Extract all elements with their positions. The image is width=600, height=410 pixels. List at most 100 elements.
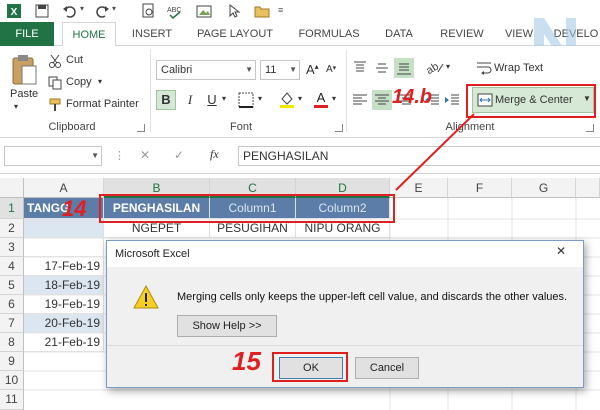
undo-icon[interactable] <box>62 3 78 19</box>
chevron-down-icon: ▼ <box>289 65 297 74</box>
tab-insert[interactable]: INSERT <box>124 22 180 46</box>
tab-home[interactable]: HOME <box>62 22 116 47</box>
clipboard-launcher-icon[interactable] <box>137 124 145 132</box>
row-header-1[interactable]: 1 <box>0 198 24 219</box>
orientation-icon[interactable]: ab <box>424 58 444 76</box>
show-help-button[interactable]: Show Help >> <box>177 315 277 337</box>
wrap-text-icon[interactable] <box>476 60 492 76</box>
pointer-icon[interactable] <box>226 3 242 19</box>
ribbon-tabs: FILE HOME INSERT PAGE LAYOUT FORMULAS DA… <box>0 22 600 47</box>
orientation-dropdown-icon[interactable]: ▾ <box>446 62 450 71</box>
cancel-entry-icon[interactable]: ✕ <box>140 148 150 162</box>
grow-font-button[interactable]: A▴ <box>306 62 319 77</box>
increase-indent-icon[interactable] <box>444 92 460 108</box>
cancel-button[interactable]: Cancel <box>355 357 419 379</box>
column-header-h[interactable] <box>576 178 600 198</box>
chevron-down-icon: ▼ <box>245 65 253 74</box>
save-icon[interactable] <box>34 3 50 19</box>
row-header-2[interactable]: 2 <box>0 219 24 238</box>
grow-font-label: A <box>306 62 315 77</box>
font-color-icon[interactable]: A <box>312 90 330 108</box>
align-bottom-icon[interactable] <box>394 58 414 78</box>
column-header-a[interactable]: A <box>24 178 104 198</box>
tab-data[interactable]: DATA <box>376 22 422 46</box>
row-header-10[interactable]: 10 <box>0 371 24 390</box>
font-color-dropdown-icon[interactable]: ▾ <box>332 94 336 103</box>
print-preview-icon[interactable] <box>140 3 156 19</box>
paste-dropdown-icon[interactable]: ▾ <box>14 102 18 111</box>
name-box[interactable]: ▼ <box>4 146 102 166</box>
insert-picture-icon[interactable] <box>196 3 212 19</box>
align-top-icon[interactable] <box>352 60 368 76</box>
shrink-font-button[interactable]: A▾ <box>326 64 336 75</box>
align-left-icon[interactable] <box>352 92 368 108</box>
select-all-corner[interactable] <box>0 178 24 198</box>
quick-access-toolbar: X ▾ ▾ ABC ≡ <box>0 0 600 22</box>
tab-formulas[interactable]: FORMULAS <box>290 22 368 46</box>
open-folder-icon[interactable] <box>254 3 270 19</box>
svg-text:ab: ab <box>424 61 441 76</box>
paste-icon[interactable] <box>10 54 38 88</box>
ok-highlight-box <box>272 352 348 382</box>
fill-color-dropdown-icon[interactable]: ▾ <box>298 94 302 103</box>
row-header-6[interactable]: 6 <box>0 295 24 314</box>
copy-dropdown-icon[interactable]: ▾ <box>98 77 102 86</box>
dialog-close-button[interactable]: ✕ <box>541 241 581 261</box>
format-painter-button[interactable]: Format Painter <box>66 98 139 110</box>
fill-color-icon[interactable] <box>278 90 296 108</box>
copy-icon[interactable] <box>48 76 62 90</box>
tab-review[interactable]: REVIEW <box>432 22 492 46</box>
borders-dropdown-icon[interactable]: ▾ <box>258 94 262 103</box>
chevron-down-icon: ▼ <box>91 151 99 160</box>
step-merge-label: 14.b <box>392 86 433 108</box>
cut-icon[interactable] <box>48 54 62 68</box>
row-header-9[interactable]: 9 <box>0 352 24 371</box>
redo-icon[interactable] <box>94 3 110 19</box>
wrap-text-button[interactable]: Wrap Text <box>494 62 543 74</box>
row-header-8[interactable]: 8 <box>0 333 24 352</box>
paste-button[interactable]: Paste <box>10 88 38 100</box>
svg-text:A: A <box>317 90 326 105</box>
undo-dropdown-icon[interactable]: ▾ <box>80 4 84 13</box>
formula-bar: ▼ ⋮ ✕ ✓ fx PENGHASILAN <box>0 138 600 174</box>
group-divider <box>346 50 347 132</box>
annotation-arrow <box>395 113 475 191</box>
bold-button[interactable]: B <box>156 90 176 110</box>
redo-dropdown-icon[interactable]: ▾ <box>112 4 116 13</box>
excel-logo-icon: X <box>7 4 21 18</box>
grow-arrow-icon: ▴ <box>314 62 319 71</box>
font-size-select[interactable]: 11 ▼ <box>260 60 300 80</box>
shrink-font-label: A <box>326 64 333 75</box>
step-ok-label: 15 <box>232 346 261 376</box>
enter-entry-icon[interactable]: ✓ <box>174 148 184 162</box>
column-header-g[interactable]: G <box>512 178 576 198</box>
alignment-launcher-icon[interactable] <box>586 124 594 132</box>
customize-qat-icon[interactable]: ≡ <box>278 5 283 15</box>
font-launcher-icon[interactable] <box>335 124 343 132</box>
borders-icon[interactable] <box>238 92 254 108</box>
row-header-3[interactable]: 3 <box>0 238 24 257</box>
step-select-label: 14 <box>62 196 87 221</box>
tab-file[interactable]: FILE <box>0 22 54 46</box>
insert-function-icon[interactable]: fx <box>210 147 219 162</box>
tab-page-layout[interactable]: PAGE LAYOUT <box>188 22 282 46</box>
formula-bar-grip-icon: ⋮ <box>114 150 125 162</box>
row-header-11[interactable]: 11 <box>0 390 24 410</box>
font-size-value: 11 <box>265 64 277 76</box>
row-header-4[interactable]: 4 <box>0 257 24 276</box>
font-name-select[interactable]: Calibri ▼ <box>156 60 256 80</box>
dialog-divider <box>107 345 583 346</box>
align-middle-icon[interactable] <box>374 60 390 76</box>
italic-button[interactable]: I <box>180 90 200 110</box>
underline-dropdown-icon[interactable]: ▾ <box>222 94 226 103</box>
spelling-icon[interactable]: ABC <box>166 3 182 19</box>
row-header-5[interactable]: 5 <box>0 276 24 295</box>
format-painter-icon[interactable] <box>48 98 62 112</box>
dialog-title: Microsoft Excel <box>115 248 190 260</box>
underline-button[interactable]: U <box>202 90 222 110</box>
cut-button[interactable]: Cut <box>66 54 83 66</box>
align-center-icon[interactable] <box>372 90 392 110</box>
row-header-7[interactable]: 7 <box>0 314 24 333</box>
font-group-label: Font <box>229 121 252 133</box>
copy-button[interactable]: Copy <box>66 76 92 88</box>
